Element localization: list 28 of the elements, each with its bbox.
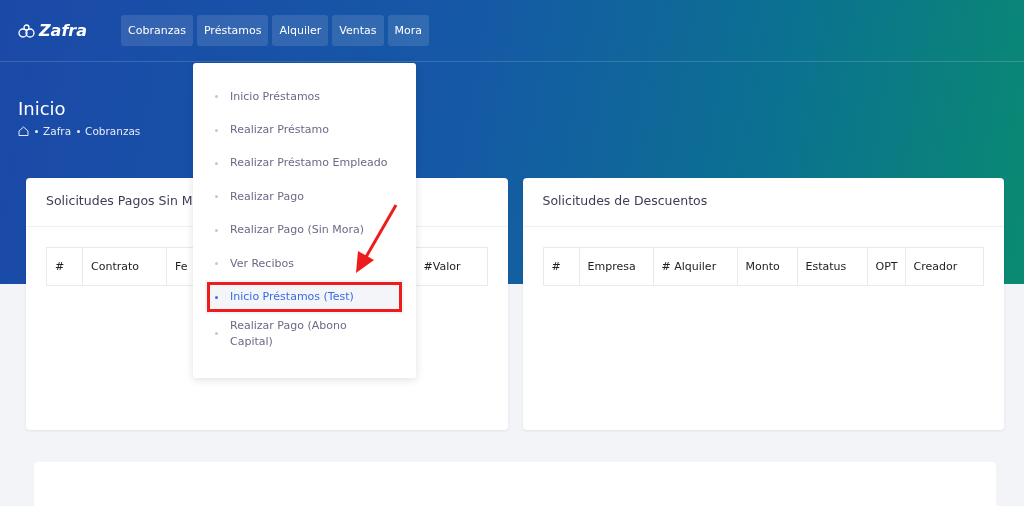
column-header: Empresa <box>578 248 653 285</box>
nav-item[interactable]: Alquiler <box>272 15 329 46</box>
menu-item[interactable]: Realizar Pago <box>193 180 416 214</box>
column-header: # <box>550 259 562 275</box>
column-header: Estatus <box>796 248 867 285</box>
column-header: # <box>54 259 66 275</box>
breadcrumb-link[interactable]: Zafra <box>43 125 72 137</box>
home-icon[interactable] <box>18 126 29 136</box>
logo-icon <box>18 23 36 38</box>
page-title: Inicio <box>18 98 67 119</box>
column-header: Contrato <box>82 248 166 285</box>
nav-item[interactable]: Cobranzas <box>121 15 193 46</box>
column-header: # Alquiler <box>652 248 737 285</box>
column-header: OPT <box>866 248 905 285</box>
menu-item[interactable]: Realizar Préstamo <box>193 113 416 147</box>
nav-item[interactable]: Mora <box>387 15 429 46</box>
breadcrumb-link[interactable]: Cobranzas <box>85 125 141 137</box>
menu-item[interactable]: Inicio Préstamos <box>193 80 416 114</box>
menu-item[interactable]: Ver Recibos <box>193 246 416 281</box>
menu-item[interactable]: Inicio Préstamos (Test) <box>205 280 404 314</box>
card-title: Solicitudes de Descuentos <box>522 178 1004 227</box>
column-header: Monto <box>736 248 797 285</box>
nav-item[interactable]: Préstamos <box>196 15 269 46</box>
menu-item[interactable]: Realizar Préstamo Empleado <box>193 146 416 181</box>
brand-name: Zafra <box>39 21 88 40</box>
column-header: Creador <box>904 248 983 285</box>
nav-item[interactable]: Ventas <box>332 15 384 46</box>
menu-item[interactable]: Realizar Pago (Abono Capital) <box>193 313 416 354</box>
